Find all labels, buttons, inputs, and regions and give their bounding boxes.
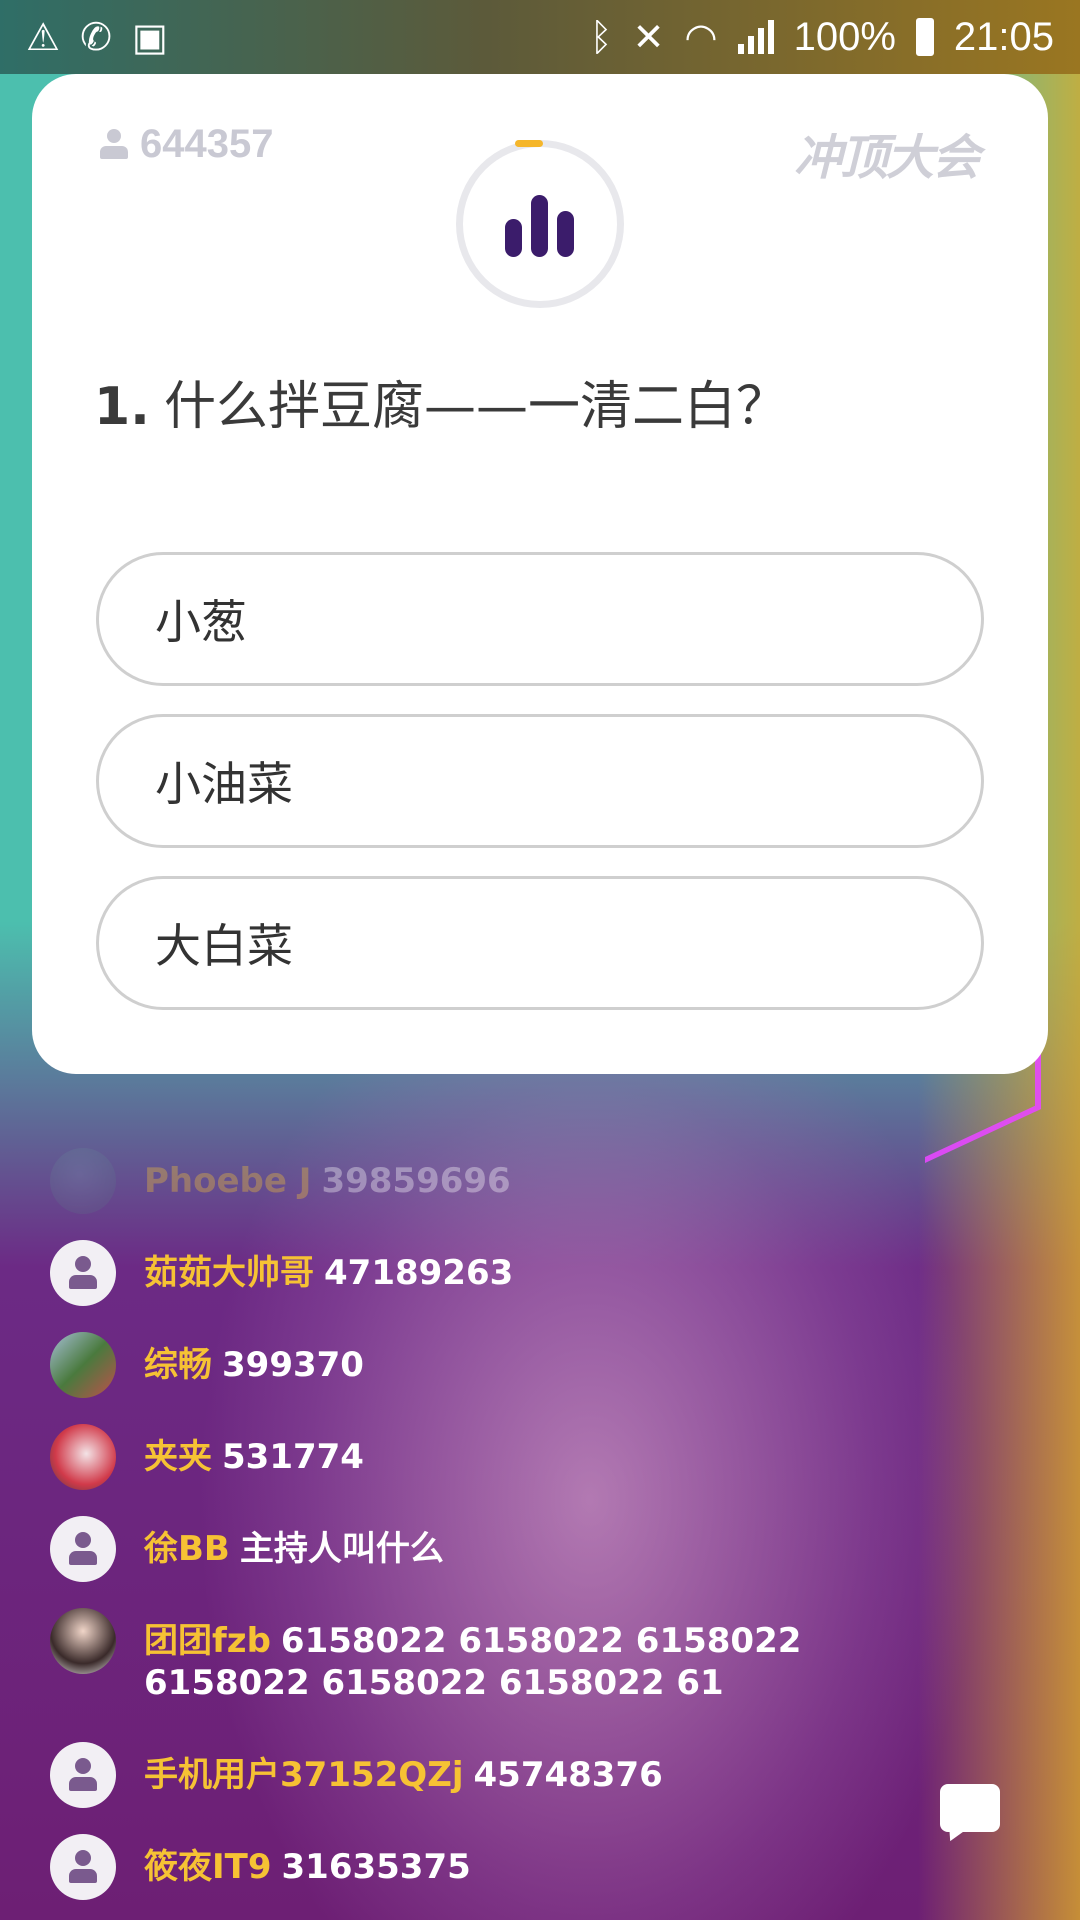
chat-message-text: 手机用户37152QZj 45748376 (144, 1742, 924, 1796)
avatar[interactable] (50, 1332, 116, 1398)
chat-content: 31635375 (281, 1847, 471, 1887)
timer-progress-arc (515, 140, 543, 147)
avatar[interactable] (50, 1424, 116, 1490)
status-bar-left: ⚠ ✆ ▣ (26, 18, 168, 56)
status-bar-right: ᛒ ✕ ◠ 100% 21:05 (590, 15, 1054, 60)
question-body: 什么拌豆腐——一清二白？ (163, 377, 788, 437)
answer-option-label: 大白菜 (155, 919, 293, 973)
avatar[interactable] (50, 1148, 116, 1214)
chat-message: 手机用户37152QZj 45748376 (50, 1742, 924, 1808)
chat-message: 茹茹大帅哥 47189263 (50, 1240, 924, 1306)
chat-message: 筱夜IT9 31635375 (50, 1834, 924, 1900)
question-number: 1. (94, 377, 150, 437)
chat-content: 399370 (222, 1345, 364, 1385)
brand-logo: 冲顶大会 (793, 130, 980, 186)
screen-record-icon: ▣ (131, 15, 168, 59)
answer-option-1[interactable]: 小葱 (96, 552, 984, 686)
wifi-call-icon: ✆ (80, 15, 112, 59)
chat-message: 夹夹 531774 (50, 1424, 924, 1490)
status-bar: ⚠ ✆ ▣ ᛒ ✕ ◠ 100% 21:05 (0, 0, 1080, 74)
chat-message-text: Phoebe J 39859696 (144, 1148, 924, 1202)
user-icon (100, 128, 128, 161)
chat-message: 综畅 399370 (50, 1332, 924, 1398)
viewer-count: 644357 (100, 122, 273, 167)
chat-content: 47189263 (324, 1253, 514, 1293)
chat-message-text: 团团fzb 6158022 6158022 6158022 6158022 615… (144, 1608, 924, 1704)
chat-message: 团团fzb 6158022 6158022 6158022 6158022 615… (50, 1608, 924, 1704)
chat-nickname: 团团fzb (144, 1621, 271, 1661)
chat-content: 39859696 (321, 1161, 511, 1201)
signal-icon (737, 20, 774, 54)
avatar[interactable] (50, 1240, 116, 1306)
question-card: 644357 冲顶大会 1. 什么拌豆腐——一清二白？ 小葱 小油菜 大白菜 (32, 74, 1048, 1074)
avatar[interactable] (50, 1608, 116, 1674)
chat-content: 531774 (222, 1437, 364, 1477)
chat-message: Phoebe J 39859696 (50, 1148, 924, 1214)
answer-option-label: 小葱 (155, 595, 247, 649)
answer-option-2[interactable]: 小油菜 (96, 714, 984, 848)
chat-nickname: 茹茹大帅哥 (144, 1253, 314, 1293)
chat-message-text: 徐BB 主持人叫什么 (144, 1516, 924, 1570)
chat-nickname: 手机用户37152QZj (144, 1755, 464, 1795)
avatar[interactable] (50, 1742, 116, 1808)
answer-option-3[interactable]: 大白菜 (96, 876, 984, 1010)
battery-percent: 100% (793, 14, 896, 59)
chat-content: 45748376 (473, 1755, 663, 1795)
countdown-timer (456, 140, 624, 308)
chat-nickname: Phoebe J (144, 1161, 312, 1201)
chat-nickname: 徐BB (144, 1529, 230, 1569)
bar-chart-icon (505, 195, 575, 257)
chat-message: 徐BB 主持人叫什么 (50, 1516, 924, 1582)
chat-message-text: 茹茹大帅哥 47189263 (144, 1240, 924, 1294)
chat-message-text: 综畅 399370 (144, 1332, 924, 1386)
mute-vibrate-icon: ✕ (632, 15, 665, 59)
chat-nickname: 筱夜IT9 (144, 1847, 272, 1887)
bluetooth-icon: ᛒ (589, 15, 613, 59)
chat-content: 主持人叫什么 (239, 1529, 444, 1569)
chat-nickname: 夹夹 (144, 1437, 212, 1477)
answer-option-label: 小油菜 (155, 757, 293, 811)
avatar[interactable] (50, 1516, 116, 1582)
comment-icon[interactable] (940, 1780, 1002, 1846)
clock: 21:05 (953, 14, 1054, 59)
wifi-icon: ◠ (684, 15, 718, 59)
battery-icon (915, 18, 934, 56)
viewer-count-value: 644357 (140, 122, 274, 166)
question-text: 1. 什么拌豆腐——一清二白？ (94, 364, 994, 439)
warning-icon: ⚠ (26, 15, 61, 59)
chat-nickname: 综畅 (144, 1345, 212, 1385)
avatar[interactable] (50, 1834, 116, 1900)
chat-message-text: 夹夹 531774 (144, 1424, 924, 1478)
chat-message-text: 筱夜IT9 31635375 (144, 1834, 924, 1888)
